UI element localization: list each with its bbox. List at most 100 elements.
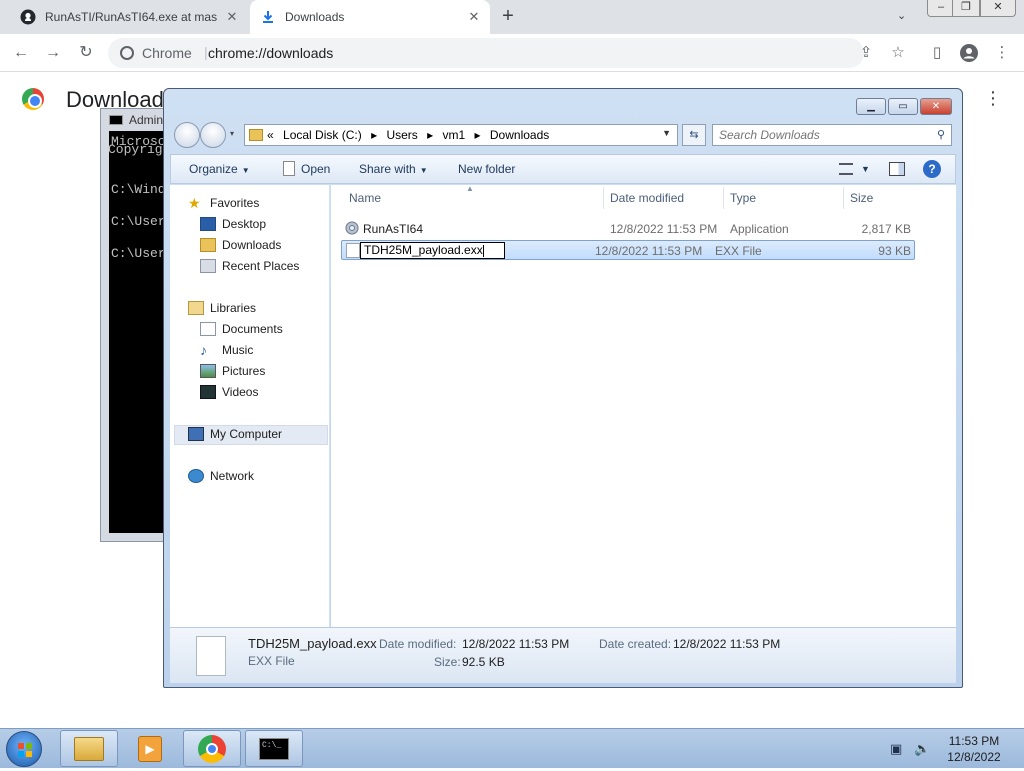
nav-network[interactable]: Network xyxy=(188,466,254,486)
nav-videos[interactable]: Videos xyxy=(200,382,258,402)
more-menu-icon[interactable]: ⋮ xyxy=(984,88,1002,109)
file-type: EXX File xyxy=(715,244,762,258)
minimize-button[interactable]: ‒ xyxy=(927,0,955,17)
explorer-maximize-button[interactable]: ▭ xyxy=(888,98,918,115)
chrome-logo-icon xyxy=(22,88,44,110)
share-icon[interactable]: ⇪ xyxy=(857,44,875,62)
nav-label: Documents xyxy=(222,322,283,336)
folder-icon xyxy=(74,736,104,761)
new-tab-button[interactable]: + xyxy=(498,6,518,27)
forward-arrow-icon[interactable]: → xyxy=(42,42,64,64)
nav-favorites[interactable]: ★ Favorites xyxy=(188,193,259,213)
column-divider[interactable] xyxy=(723,187,724,209)
tab-title: RunAsTI/RunAsTI64.exe at maste xyxy=(45,10,217,24)
close-tab-icon[interactable]: ✕ xyxy=(466,9,482,25)
details-size: 92.5 KB xyxy=(462,655,505,669)
chrome-menu-icon[interactable]: ⋮ xyxy=(993,44,1011,62)
explorer-address-bar[interactable]: « Local Disk (C:) ▸ Users ▸ vm1 ▸ Downlo… xyxy=(244,124,678,146)
address-dropdown-icon[interactable]: ▼ xyxy=(662,128,671,138)
profile-avatar-icon[interactable] xyxy=(960,44,978,62)
breadcrumb-item[interactable]: Downloads xyxy=(490,128,549,142)
explorer-back-icon[interactable] xyxy=(174,122,200,148)
github-icon xyxy=(20,9,36,25)
back-arrow-icon[interactable]: ← xyxy=(10,42,32,64)
explorer-window[interactable]: ▁ ▭ ✕ ▾ « Local Disk (C:) ▸ Users ▸ vm1 … xyxy=(163,88,963,688)
details-date-created-label: Date created: xyxy=(599,637,672,651)
music-icon: ♪ xyxy=(200,342,207,358)
breadcrumb-arrow-icon[interactable]: ▸ xyxy=(427,128,433,142)
details-size-label: Size: xyxy=(434,655,461,669)
recent-pages-dropdown-icon[interactable]: ▾ xyxy=(230,129,234,138)
file-row-selected[interactable]: TDH25M_payload.exx 12/8/2022 11:53 PM EX… xyxy=(341,240,915,260)
downloads-folder-icon xyxy=(200,238,216,252)
bookmark-star-icon[interactable]: ☆ xyxy=(889,44,907,62)
explorer-minimize-button[interactable]: ▁ xyxy=(856,98,886,115)
breadcrumb-item[interactable]: Users xyxy=(386,128,417,142)
help-icon[interactable]: ? xyxy=(923,160,941,178)
nav-documents[interactable]: Documents xyxy=(200,319,283,339)
start-button[interactable] xyxy=(6,731,42,767)
text-cursor xyxy=(482,244,484,257)
address-bar[interactable]: Chrome | chrome://downloads xyxy=(108,38,864,68)
details-pane: TDH25M_payload.exx EXX File Date modifie… xyxy=(170,627,956,683)
file-row[interactable]: RunAsTI64 12/8/2022 11:53 PM Application… xyxy=(341,219,915,239)
nav-libraries[interactable]: Libraries xyxy=(188,298,256,318)
open-button[interactable]: Open xyxy=(301,162,330,176)
volume-icon[interactable]: 🔈 xyxy=(914,741,930,757)
nav-music[interactable]: ♪ Music xyxy=(200,340,253,360)
tab-search-icon[interactable]: ⌄ xyxy=(897,9,913,25)
search-icon[interactable]: ⚲ xyxy=(937,128,945,141)
explorer-close-button[interactable]: ✕ xyxy=(920,98,952,115)
breadcrumb-arrow-icon[interactable]: ▸ xyxy=(475,128,481,142)
column-header-name[interactable]: Name xyxy=(349,191,381,205)
reload-icon[interactable]: ↻ xyxy=(75,42,97,64)
view-dropdown-icon[interactable]: ▼ xyxy=(861,164,870,174)
share-with-button[interactable]: Share with ▼ xyxy=(359,162,428,176)
column-divider[interactable] xyxy=(843,187,844,209)
nav-downloads[interactable]: Downloads xyxy=(200,235,281,255)
file-date: 12/8/2022 11:53 PM xyxy=(595,244,703,258)
nav-label: Downloads xyxy=(222,238,282,252)
back-forward-buttons xyxy=(174,122,230,148)
details-date-created: 12/8/2022 11:53 PM xyxy=(673,637,781,651)
network-tray-icon[interactable]: ▣ xyxy=(890,741,902,757)
search-input[interactable] xyxy=(719,127,919,143)
column-divider[interactable] xyxy=(603,187,604,209)
tab-github[interactable]: RunAsTI/RunAsTI64.exe at maste ✕ xyxy=(10,0,248,34)
nav-label: Desktop xyxy=(222,217,267,231)
nav-label: Music xyxy=(222,343,254,357)
details-date-modified: 12/8/2022 11:53 PM xyxy=(462,637,570,651)
system-clock[interactable]: 11:53 PM 12/8/2022 xyxy=(944,733,1004,765)
preview-pane-icon[interactable] xyxy=(889,162,905,176)
side-panel-icon[interactable]: ▯ xyxy=(928,44,946,62)
organize-button[interactable]: Organize ▼ xyxy=(189,162,250,176)
nav-desktop[interactable]: Desktop xyxy=(200,214,266,234)
column-header-date[interactable]: Date modified xyxy=(610,191,684,205)
nav-pictures[interactable]: Pictures xyxy=(200,361,265,381)
new-folder-button[interactable]: New folder xyxy=(458,162,515,176)
breadcrumb-item[interactable]: Local Disk (C:) xyxy=(283,128,362,142)
windows-logo-icon xyxy=(18,743,32,757)
maximize-button[interactable]: ❐ xyxy=(952,0,980,17)
taskbar-explorer[interactable] xyxy=(60,730,118,767)
column-header-type[interactable]: Type xyxy=(730,191,756,205)
change-view-icon[interactable] xyxy=(839,163,853,175)
file-size: 93 KB xyxy=(878,244,911,258)
refresh-icon[interactable]: ⇆ xyxy=(682,124,706,146)
file-name: RunAsTI64 xyxy=(363,222,424,236)
taskbar-chrome[interactable] xyxy=(183,730,241,767)
rename-field[interactable]: TDH25M_payload.exx xyxy=(360,242,505,259)
tab-downloads[interactable]: Downloads ✕ xyxy=(250,0,490,34)
column-header-size[interactable]: Size xyxy=(850,191,873,205)
breadcrumb-overflow[interactable]: « xyxy=(267,128,274,142)
nav-recent-places[interactable]: Recent Places xyxy=(200,256,299,276)
close-tab-icon[interactable]: ✕ xyxy=(224,9,240,25)
breadcrumb-arrow-icon[interactable]: ▸ xyxy=(371,128,377,142)
taskbar-cmd[interactable]: C:\_ xyxy=(245,730,303,767)
nav-my-computer[interactable]: My Computer xyxy=(188,424,282,444)
close-button[interactable]: ✕ xyxy=(980,0,1016,17)
breadcrumb-item[interactable]: vm1 xyxy=(443,128,466,142)
explorer-forward-icon[interactable] xyxy=(200,122,226,148)
explorer-search-box[interactable]: ⚲ xyxy=(712,124,952,146)
taskbar-media-player[interactable]: ▶ xyxy=(121,730,179,767)
